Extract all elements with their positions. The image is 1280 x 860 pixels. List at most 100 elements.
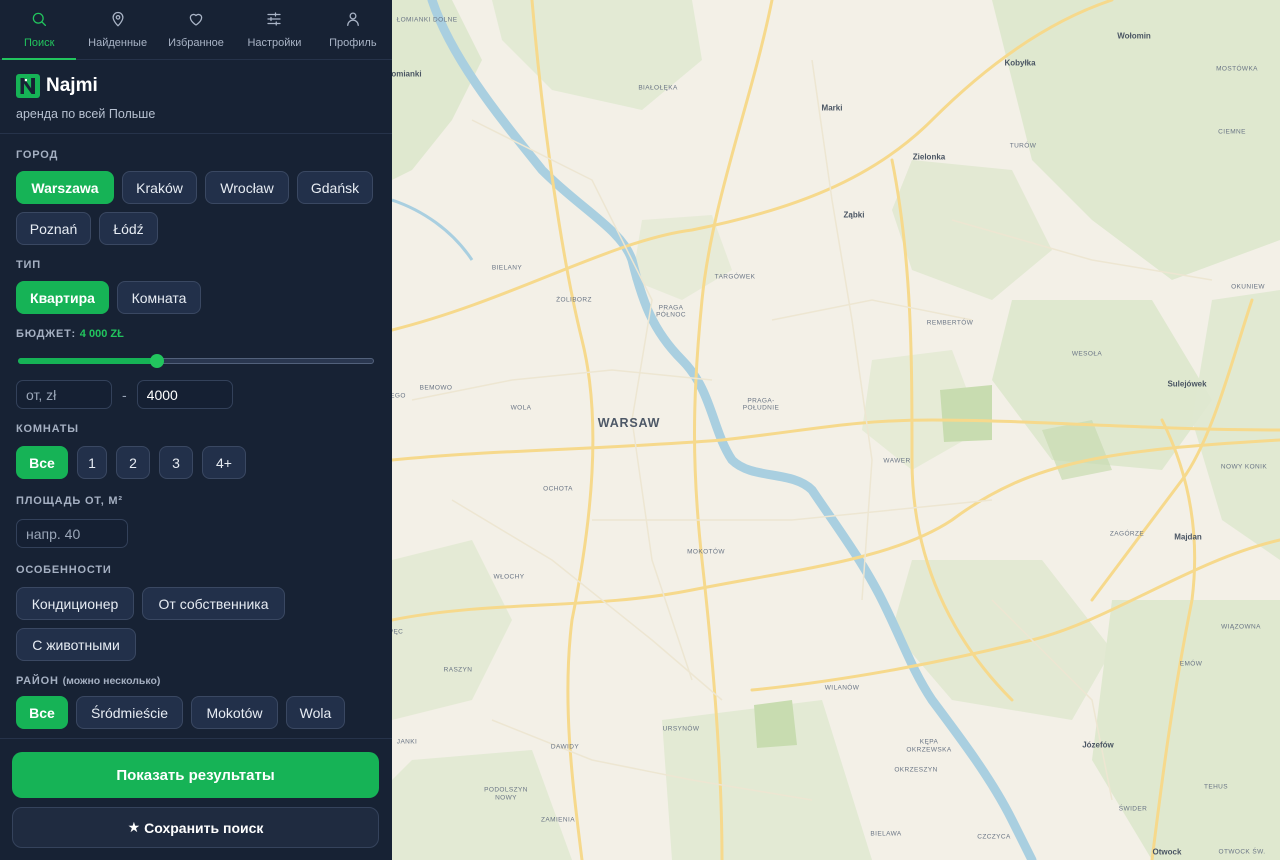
map-canvas (392, 0, 1280, 860)
map-place-label: ŚWIDER (1118, 805, 1148, 813)
tab-search[interactable]: Поиск (0, 0, 78, 60)
map-place-label: Okrzewska (906, 746, 952, 754)
type-chips: Квартира Комната (16, 281, 376, 314)
map-place-label: Mostówka (1216, 65, 1258, 73)
map-place-label: Wiązowna (1221, 623, 1261, 631)
budget-label: Бюджет: (16, 328, 76, 340)
save-search-label: Сохранить поиск (144, 819, 264, 836)
map-place-label: Nowy (495, 794, 517, 802)
district-section-title: Район (можно несколько) (16, 675, 376, 687)
city-chip-gdansk[interactable]: Gdańsk (297, 171, 373, 204)
feature-chip-pets[interactable]: С животными (16, 628, 136, 661)
map-place-label: ŻOLIBORZ (556, 296, 592, 304)
map-view[interactable]: Łomianki Dolne Łomianki BIAŁOŁĘKA Marki Koby… (392, 0, 1280, 860)
map-place-label: Kobyłka (1004, 58, 1036, 68)
show-results-button[interactable]: Показать результаты (12, 752, 379, 798)
map-place-label: Kępa (919, 738, 939, 746)
city-chip-wroclaw[interactable]: Wrocław (205, 171, 289, 204)
map-place-label: Józefów (1082, 740, 1114, 750)
brand-subtitle: аренда по всей Польше (16, 107, 156, 121)
map-place-label: Okuniew (1231, 283, 1265, 291)
map-place-label: WOLA (510, 404, 532, 412)
map-place-label: Zielonka (912, 152, 946, 162)
map-place-label: Bielawa (870, 830, 902, 838)
filters-panel: Город Warszawa Kraków Wrocław Gdańsk Poz… (0, 134, 392, 738)
budget-section-title: Бюджет: 4 000 zł (16, 328, 376, 340)
rooms-chip-1[interactable]: 1 (77, 446, 107, 479)
type-chip-room[interactable]: Комната (117, 281, 201, 314)
district-label: Район (16, 675, 59, 687)
map-place-label: Marki (821, 103, 843, 113)
map-place-label: BIAŁOŁĘKA (638, 84, 678, 92)
features-section-title: Особенности (16, 564, 112, 576)
city-chip-warszawa[interactable]: Warszawa (16, 171, 114, 204)
map-place-label: PRAGA (658, 304, 684, 312)
type-chip-apartment[interactable]: Квартира (16, 281, 109, 314)
rooms-chip-3[interactable]: 3 (159, 446, 193, 479)
map-place-label: PÓŁNOC (656, 311, 686, 319)
star-icon: ★ (127, 819, 141, 835)
district-chips: Все Śródmieście Mokotów Wola (16, 696, 376, 729)
budget-to-input[interactable] (136, 380, 233, 409)
map-place-label: OCHOTA (543, 485, 573, 493)
map-place-label: URSYNÓW (662, 725, 700, 733)
feature-chip-owner[interactable]: От собственника (142, 587, 285, 620)
area-input[interactable] (16, 519, 128, 548)
map-place-label: TEHUS (1203, 783, 1229, 791)
city-chip-lodz[interactable]: Łódź (99, 212, 158, 245)
tab-settings[interactable]: Настройки (235, 0, 313, 59)
map-place-label: WESOŁA (1071, 350, 1103, 358)
sliders-icon (265, 10, 283, 31)
city-chip-krakow[interactable]: Kraków (122, 171, 197, 204)
features-chips: Кондиционер От собственника С животными (16, 587, 376, 661)
map-place-label: Emów (1179, 660, 1203, 668)
map-place-label: Zamienia (541, 816, 575, 824)
tab-favorites[interactable]: Избранное (157, 0, 235, 59)
map-pin-icon (109, 10, 127, 31)
map-place-label: WILANÓW (824, 684, 860, 692)
rooms-chip-4plus[interactable]: 4+ (202, 446, 246, 479)
budget-from-input[interactable] (16, 380, 112, 409)
map-place-label: Okrzeszyn (894, 766, 938, 774)
slider-fill (18, 358, 157, 364)
slider-thumb[interactable] (149, 354, 164, 368)
map-place-label: OTWOCK ŚW. (1218, 848, 1266, 856)
rooms-chip-2[interactable]: 2 (116, 446, 150, 479)
filter-sidebar: Поиск Найденные Избранное Настройки Проф… (0, 0, 392, 860)
budget-value: 4 000 zł (79, 328, 124, 340)
type-section-title: Тип (16, 259, 41, 271)
map-place-label: Ciemne (1218, 128, 1246, 136)
tab-label: Найденные (88, 37, 148, 49)
map-place-label: BIELANY (491, 264, 523, 272)
map-place-label: PRAGA- (747, 397, 775, 405)
budget-slider[interactable] (18, 354, 374, 368)
district-chip-wola[interactable]: Wola (286, 696, 345, 729)
rooms-chip-all[interactable]: Все (16, 446, 68, 479)
feature-chip-aircon[interactable]: Кондиционер (16, 587, 134, 620)
city-chip-poznan[interactable]: Poznań (16, 212, 91, 245)
tab-found[interactable]: Найденные (78, 0, 156, 59)
map-place-label: REMBERTÓW (926, 319, 974, 327)
map-place-label: Otwock (1152, 847, 1182, 857)
district-chip-all[interactable]: Все (16, 696, 68, 729)
area-section-title: Площадь от, м² (16, 495, 123, 507)
tab-label: Избранное (168, 37, 224, 49)
map-place-label: WŁOCHY (493, 573, 525, 581)
tab-profile[interactable]: Профиль (314, 0, 392, 59)
district-chip-srodmiescie[interactable]: Śródmieście (76, 696, 183, 729)
map-place-label: Łomianki Dolne (396, 16, 458, 24)
map-place-label: Nowy Konik (1220, 463, 1268, 471)
user-icon (344, 10, 362, 31)
main-tabs: Поиск Найденные Избранное Настройки Проф… (0, 0, 392, 60)
tab-label: Настройки (247, 37, 302, 49)
district-chip-mokotow[interactable]: Mokotów (191, 696, 278, 729)
save-search-button[interactable]: ★ Сохранить поиск (12, 807, 379, 848)
heart-icon (187, 10, 205, 31)
map-place-label: POŁUDNIE (742, 404, 780, 412)
map-place-label: Sulejówek (1167, 379, 1207, 389)
range-separator: - (122, 386, 127, 403)
map-place-label: MOKOTÓW (687, 548, 725, 556)
brand-name: Najmi (46, 75, 98, 96)
map-place-label: Zagórze (1109, 530, 1145, 538)
map-place-label: TARGÓWEK (714, 273, 756, 281)
